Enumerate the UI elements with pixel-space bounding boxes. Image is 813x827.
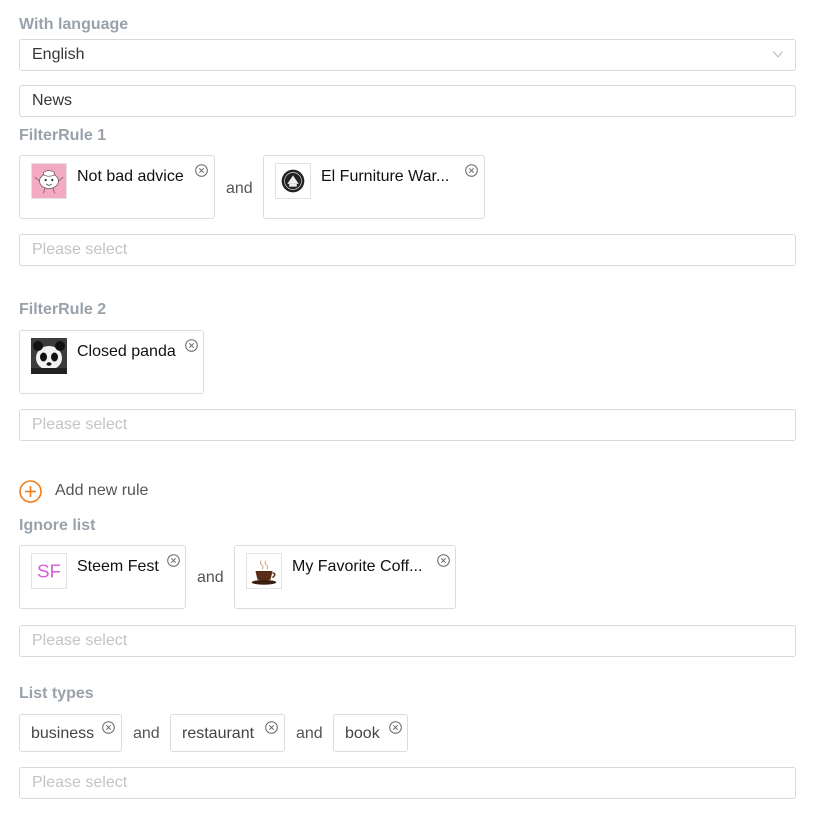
filter-rule-1-label: FilterRule 1 (19, 127, 107, 144)
ignore-list-select-placeholder: Please select (32, 632, 128, 649)
rule-2-select-placeholder: Please select (32, 416, 128, 433)
remove-icon[interactable] (265, 721, 278, 734)
rule-1-select[interactable]: Please select (19, 234, 796, 266)
steem-fest-avatar-icon: SF (31, 553, 67, 589)
ignore-list-connector: and (197, 569, 224, 586)
add-new-rule-label: Add new rule (55, 482, 149, 499)
plus-circle-icon (19, 479, 42, 503)
ignore-list-label: Ignore list (19, 517, 96, 534)
steem-fest-avatar-text: SF (37, 562, 61, 583)
remove-icon[interactable] (465, 164, 478, 177)
coffee-cup-avatar-icon (246, 553, 282, 589)
rule-1-connector: and (226, 180, 253, 197)
remove-icon[interactable] (389, 721, 402, 734)
rule-2-item-closed-panda: Closed panda (19, 330, 204, 394)
tag-label: restaurant (182, 725, 255, 742)
tag-business: business (19, 714, 122, 752)
language-selected-value: English (32, 46, 85, 63)
rule-1-item-not-bad-advice: Not bad advice (19, 155, 215, 219)
ignore-list-select[interactable]: Please select (19, 625, 796, 657)
item-name: My Favorite Coff... (292, 558, 423, 575)
panda-avatar-icon (31, 338, 67, 374)
el-furniture-avatar-icon (275, 163, 311, 199)
language-label: With language (19, 16, 129, 33)
item-name: Steem Fest (77, 558, 159, 575)
add-new-rule-button[interactable]: Add new rule (19, 479, 148, 503)
item-name: Not bad advice (77, 168, 184, 185)
list-types-select[interactable]: Please select (19, 767, 796, 799)
list-types-label: List types (19, 685, 94, 702)
remove-icon[interactable] (437, 554, 450, 567)
tag-label: business (31, 725, 95, 742)
not-bad-advice-avatar-icon (31, 163, 67, 199)
rule-1-item-el-furniture: El Furniture War... (263, 155, 485, 219)
item-name: Closed panda (77, 343, 176, 360)
tag-book: book (333, 714, 408, 752)
rule-1-select-placeholder: Please select (32, 241, 128, 258)
list-types-connector: and (296, 725, 323, 742)
list-types-connector: and (133, 725, 160, 742)
remove-icon[interactable] (102, 721, 115, 734)
ignore-item-my-favorite-coffee: My Favorite Coff... (234, 545, 456, 609)
rule-2-select[interactable]: Please select (19, 409, 796, 441)
remove-icon[interactable] (167, 554, 180, 567)
news-field[interactable]: News (19, 85, 796, 117)
filter-rule-2-label: FilterRule 2 (19, 301, 107, 318)
tag-restaurant: restaurant (170, 714, 285, 752)
chevron-down-icon (773, 51, 783, 58)
news-field-value: News (32, 92, 73, 109)
language-select[interactable]: English (19, 39, 796, 71)
list-types-select-placeholder: Please select (32, 774, 128, 791)
remove-icon[interactable] (195, 164, 208, 177)
remove-icon[interactable] (185, 339, 198, 352)
item-name: El Furniture War... (321, 168, 450, 185)
tag-label: book (345, 725, 380, 742)
ignore-item-steem-fest: SF Steem Fest (19, 545, 186, 609)
